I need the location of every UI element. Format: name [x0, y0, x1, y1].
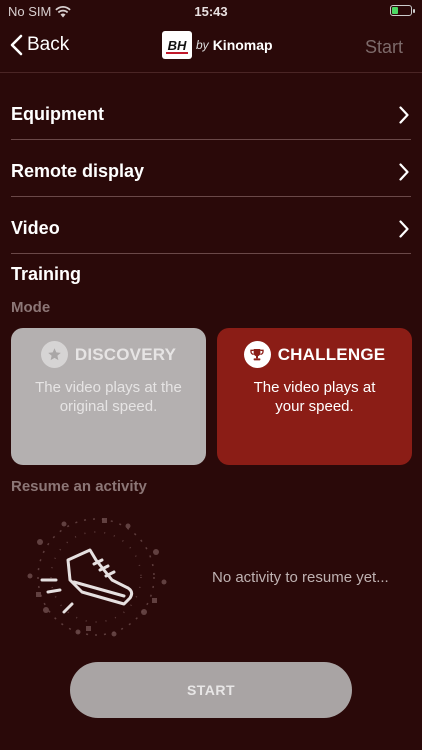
running-shoe-icon	[27, 518, 167, 637]
chevron-right-icon	[399, 220, 409, 238]
mode-description: The video plays at your speed.	[253, 379, 376, 415]
status-time: 15:43	[194, 4, 228, 19]
row-divider	[11, 253, 411, 254]
training-title: Training	[11, 264, 82, 284]
navigation-bar: Back BH by Kinomap Start	[0, 26, 422, 72]
menu-item-label: Equipment	[11, 104, 104, 124]
row-divider	[11, 196, 411, 197]
menu-item-label: Remote display	[11, 161, 145, 181]
menu-item-label: Video	[11, 218, 60, 238]
nav-start-button[interactable]: Start	[365, 37, 403, 58]
card-header: DISCOVERY	[11, 341, 206, 368]
logo-by-text: by	[196, 38, 209, 52]
no-activity-text: No activity to resume yet...	[212, 569, 389, 586]
chevron-right-icon	[399, 106, 409, 124]
app-logo: BH by Kinomap	[162, 31, 273, 59]
status-bar: No SIM 15:43	[0, 0, 422, 22]
row-divider	[11, 139, 411, 140]
mode-description: The video plays at the original speed.	[35, 379, 182, 415]
chevron-right-icon	[399, 163, 409, 181]
trophy-icon	[243, 341, 271, 368]
mode-title: DISCOVERY	[74, 344, 177, 364]
resume-title: Resume an activity	[11, 478, 147, 495]
mode-challenge-card[interactable]: CHALLENGE The video plays at your speed.	[217, 328, 412, 465]
back-button[interactable]: Back	[10, 34, 69, 56]
card-header: CHALLENGE	[217, 341, 412, 368]
star-icon	[40, 341, 68, 368]
mode-label: Mode	[11, 299, 51, 316]
mode-title: CHALLENGE	[277, 344, 386, 364]
menu-item-remote-display[interactable]: Remote display	[11, 141, 411, 197]
battery-icon	[390, 5, 415, 16]
mode-discovery-card[interactable]: DISCOVERY The video plays at the origina…	[11, 328, 206, 465]
logo-brand-text: Kinomap	[212, 37, 273, 53]
bh-logo-badge: BH	[162, 31, 192, 59]
back-label: Back	[27, 34, 70, 55]
menu-item-video[interactable]: Video	[11, 198, 411, 254]
start-button[interactable]: START	[70, 662, 352, 718]
chevron-left-icon	[10, 34, 23, 56]
menu-item-equipment[interactable]: Equipment	[11, 84, 411, 140]
nav-divider	[0, 72, 422, 73]
